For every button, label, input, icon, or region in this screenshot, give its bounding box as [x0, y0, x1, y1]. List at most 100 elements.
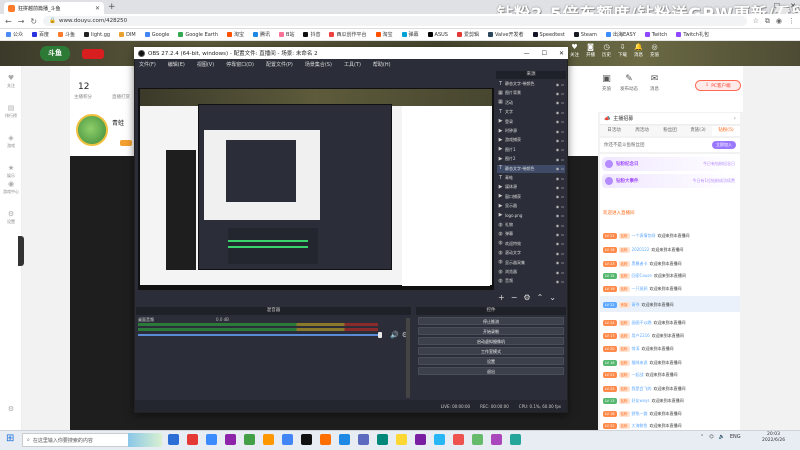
volume-slider-handle[interactable]	[378, 332, 382, 338]
lock-source-icon[interactable]: ▫	[561, 138, 564, 143]
chat-message[interactable]: LV 22 贵族 青爷 欢迎来到本直播间	[603, 300, 737, 309]
move-down-icon[interactable]: ⌄	[549, 293, 556, 302]
taskbar-app-icon[interactable]	[396, 434, 407, 445]
chat-username[interactable]: 青爷	[632, 302, 640, 308]
url-input[interactable]: 🔒 www.douyu.com/428250	[43, 16, 747, 26]
rank-tab[interactable]: 日活动	[600, 126, 628, 136]
lock-source-icon[interactable]: ▫	[561, 260, 564, 265]
bookmark-star-icon[interactable]: ☆	[753, 17, 759, 26]
join-fans-button[interactable]: 立即加入	[712, 141, 736, 149]
bookmark-item[interactable]: light.gg	[84, 32, 110, 38]
taskbar-app-icon[interactable]	[377, 434, 388, 445]
chat-message[interactable]: LV 18 钻粉 2020122 欢迎来到本直播间	[603, 245, 737, 254]
chat-message[interactable]: LV 18 钻粉 野兔一路 欢迎来到本直播间	[603, 409, 737, 418]
header-heart-button[interactable]: ♥ 关注	[570, 43, 579, 58]
event-logo[interactable]	[82, 49, 104, 59]
lock-source-icon[interactable]: ▫	[561, 223, 564, 228]
obs-menu-item[interactable]: 帮助(H)	[373, 61, 391, 68]
taskbar-app-icon[interactable]	[187, 434, 198, 445]
lock-source-icon[interactable]: ▫	[561, 100, 564, 105]
source-item[interactable]: ◍ 弹幕 ◉ ▫	[497, 230, 565, 238]
obs-control-button[interactable]: 退出	[418, 367, 564, 375]
chat-message[interactable]: LV 13 钻粉 好友wxys 欢迎来到本直播间	[603, 396, 737, 405]
rank-tab[interactable]: 钻粉(5)	[712, 126, 740, 136]
reload-icon[interactable]: ↻	[30, 17, 37, 26]
bookmark-item[interactable]: 抖音	[303, 31, 320, 38]
taskbar-app-icon[interactable]	[472, 434, 483, 445]
obs-menu-item[interactable]: 配置文件(P)	[266, 61, 293, 68]
obs-minimize-icon[interactable]: —	[524, 50, 530, 57]
chat-message[interactable]: LV 16 钻粉 猫咪来说 欢迎来到本直播间	[603, 358, 737, 367]
bookmark-item[interactable]: Google Earth	[178, 32, 218, 38]
new-tab-icon[interactable]: +	[108, 2, 116, 12]
source-item[interactable]: T 静态文字-带颜色 ◉ ▫	[497, 80, 565, 88]
taskbar-app-icon[interactable]	[244, 434, 255, 445]
user-action-edit[interactable]: ✎ 发布动态	[620, 74, 638, 92]
visibility-eye-icon[interactable]: ◉	[556, 147, 560, 152]
close-tab-icon[interactable]: ✕	[95, 5, 100, 12]
visibility-eye-icon[interactable]: ◉	[556, 119, 560, 124]
source-item[interactable]: ▶ logo.png ◉ ▫	[497, 212, 565, 220]
obs-menu-item[interactable]: 视图(V)	[197, 61, 214, 68]
source-item[interactable]: ▶ 游戏捕获 ◉ ▫	[497, 136, 565, 144]
obs-menu-item[interactable]: 文件(F)	[139, 61, 156, 68]
visibility-eye-icon[interactable]: ◉	[556, 129, 560, 134]
bookmark-item[interactable]: Twitch礼包	[676, 31, 709, 38]
bookmark-item[interactable]: Google	[144, 32, 169, 38]
taskbar-app-icon[interactable]	[339, 434, 350, 445]
lock-source-icon[interactable]: ▫	[561, 129, 564, 134]
sidenav-item[interactable]: ◉ 游戏中心	[1, 180, 21, 195]
source-item[interactable]: T 静态文字-带颜色 ◉ ▫	[497, 164, 565, 173]
chat-username[interactable]: 一个表情包呀	[632, 233, 656, 239]
header-download-button[interactable]: ⇩ 下载	[618, 43, 627, 58]
obs-control-button[interactable]: 停止推流	[418, 317, 564, 325]
back-icon[interactable]: ←	[5, 17, 12, 26]
anchor-name[interactable]: 青蛙	[112, 118, 124, 127]
source-item[interactable]: ◍ 浏览器 ◉ ▫	[497, 268, 565, 276]
bookmark-item[interactable]: 斗鱼	[58, 31, 75, 38]
fans-notice-card[interactable]: 钻粉大事件 今日有1位钻粉成功续费	[602, 174, 738, 188]
taskbar-app-icon[interactable]	[301, 434, 312, 445]
lock-source-icon[interactable]: ▫	[561, 194, 564, 199]
visibility-eye-icon[interactable]: ◉	[556, 100, 560, 105]
sidenav-item[interactable]: ⚙ 设置	[1, 210, 21, 225]
sidenav-settings[interactable]: ⚙	[1, 405, 21, 413]
speaker-icon[interactable]: 🔊	[390, 331, 399, 339]
anchor-recruit-bar[interactable]: 📣 主播招募 ›	[600, 113, 740, 125]
chat-message[interactable]: LV 15 钻粉 回家Cause 欢迎来到本直播间	[603, 271, 737, 280]
chat-message[interactable]: LV 20 钻粉 惊涛 欢迎来到本直播间	[603, 344, 737, 353]
chat-message[interactable]: LV 25 钻粉 我是会飞的 欢迎来到本直播间	[603, 384, 737, 393]
obs-maximize-icon[interactable]: ☐	[542, 50, 547, 57]
visibility-eye-icon[interactable]: ◉	[556, 251, 560, 256]
lock-source-icon[interactable]: ▫	[561, 251, 564, 256]
bookmark-item[interactable]: 淘宝	[227, 31, 244, 38]
chat-username[interactable]: 一起战	[632, 372, 644, 378]
anchor-avatar[interactable]	[76, 114, 108, 146]
visibility-eye-icon[interactable]: ◉	[556, 176, 560, 181]
visibility-eye-icon[interactable]: ◉	[556, 157, 560, 162]
obs-control-button[interactable]: 工作室模式	[418, 347, 564, 355]
bookmark-item[interactable]: Steam	[573, 32, 597, 38]
source-item[interactable]: ▶ 显示器 ◉ ▫	[497, 202, 565, 210]
source-item[interactable]: ▶ 时钟源 ◉ ▫	[497, 127, 565, 135]
lock-source-icon[interactable]: ▫	[561, 176, 564, 181]
taskbar-app-icon[interactable]	[453, 434, 464, 445]
forward-icon[interactable]: →	[18, 17, 25, 26]
bookmark-item[interactable]: 公众	[6, 31, 23, 38]
sidenav-item[interactable]: ♥ 关注	[1, 74, 21, 89]
taskbar-app-icon[interactable]	[225, 434, 236, 445]
chat-message[interactable]: LV 24 钻粉 画图不以晚 欢迎来到本直播间	[603, 318, 737, 327]
visibility-eye-icon[interactable]: ◉	[556, 279, 560, 284]
source-properties-icon[interactable]: ⚙	[523, 293, 530, 302]
chat-username[interactable]: 2020122	[632, 247, 650, 252]
header-bell-button[interactable]: 🔔 消息	[634, 43, 643, 58]
sidenav-item[interactable]: ★ 娱乐	[1, 164, 21, 179]
source-item[interactable]: ◍ 滚动文字 ◉ ▫	[497, 249, 565, 257]
extensions-icon[interactable]: ⧉	[765, 17, 770, 26]
lock-source-icon[interactable]: ▫	[561, 110, 564, 115]
obs-control-button[interactable]: 开始录制	[418, 327, 564, 335]
visibility-eye-icon[interactable]: ◉	[556, 110, 560, 115]
lock-source-icon[interactable]: ▫	[561, 91, 564, 96]
lock-source-icon[interactable]: ▫	[561, 232, 564, 237]
rank-tab[interactable]: 周活动	[628, 126, 656, 136]
